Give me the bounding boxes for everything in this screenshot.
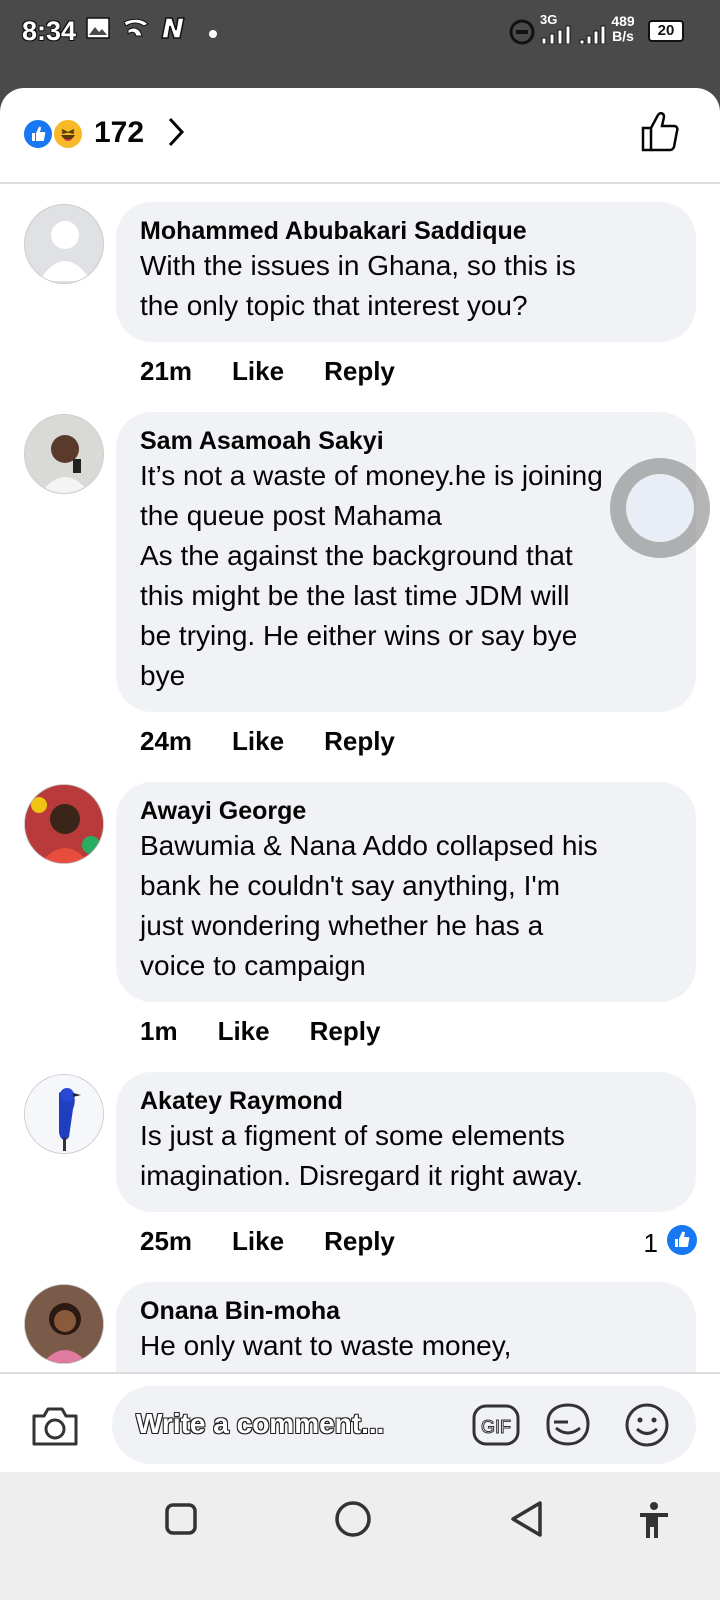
comment-placeholder: Write a comment... (136, 1408, 385, 1439)
comments-list: Mohammed Abubakari Saddique With the iss… (0, 186, 720, 1490)
camera-icon[interactable] (30, 1404, 80, 1453)
system-nav-bar (0, 1472, 720, 1600)
back-icon[interactable] (508, 1500, 544, 1543)
comment-time[interactable]: 1m (140, 1016, 178, 1047)
comment-author[interactable]: Awayi George (140, 796, 672, 826)
comment-text: Bawumia & Nana Addo collapsed his bank h… (140, 830, 598, 981)
sticker-icon[interactable] (544, 1402, 592, 1453)
reply-link[interactable]: Reply (324, 356, 395, 387)
recent-apps-icon[interactable] (164, 1502, 198, 1541)
status-bar: 8:34 3G 489 B/s 20 (0, 0, 720, 88)
like-reaction-icon (666, 1224, 698, 1263)
app-notification-icon (122, 16, 150, 45)
like-link[interactable]: Like (232, 356, 284, 387)
comments-sheet: 172 Mohammed Abubakari Saddique With the… (0, 88, 720, 1500)
like-reaction-icon (22, 118, 54, 150)
battery-indicator: 20 (648, 20, 684, 42)
comment-author[interactable]: Mohammed Abubakari Saddique (140, 216, 672, 246)
comment-composer: Write a comment... GIF (0, 1372, 720, 1472)
comment-text: Is just a figment of some elements imagi… (140, 1120, 584, 1191)
gif-label: GIF (481, 1417, 511, 1437)
comment-time[interactable]: 21m (140, 356, 192, 387)
accessibility-icon[interactable] (636, 1500, 672, 1545)
comment-reactions[interactable]: 1 (644, 1224, 698, 1263)
comment-actions: 24m Like Reply (140, 726, 435, 757)
comment-actions: 21m Like Reply (140, 356, 435, 387)
signal-icon-1 (540, 24, 576, 49)
signal-icon-2 (578, 24, 608, 49)
avatar[interactable] (24, 784, 104, 864)
reply-link[interactable]: Reply (324, 726, 395, 757)
emoji-icon[interactable] (624, 1402, 670, 1453)
comment-author[interactable]: Sam Asamoah Sakyi (140, 426, 672, 456)
reaction-count: 172 (94, 116, 145, 149)
comment-reaction-count: 1 (643, 1228, 658, 1258)
avatar[interactable] (24, 1074, 104, 1154)
like-link[interactable]: Like (232, 1226, 284, 1257)
dot-icon (208, 26, 218, 44)
comment-time[interactable]: 24m (140, 726, 192, 757)
avatar[interactable] (24, 204, 104, 284)
gif-icon[interactable]: GIF (472, 1404, 520, 1451)
like-link[interactable]: Like (218, 1016, 270, 1047)
comment-author[interactable]: Akatey Raymond (140, 1086, 672, 1116)
comment-bubble[interactable]: Awayi George Bawumia & Nana Addo collaps… (116, 782, 696, 1002)
comment-bubble[interactable]: Mohammed Abubakari Saddique With the iss… (116, 202, 696, 342)
haha-reaction-icon (52, 118, 84, 150)
dnd-icon (508, 18, 536, 51)
netflix-n-icon (158, 16, 190, 45)
data-speed: 489 B/s (608, 14, 638, 44)
data-speed-unit: B/s (612, 28, 634, 44)
home-icon[interactable] (334, 1500, 372, 1543)
like-link[interactable]: Like (232, 726, 284, 757)
comment-text: With the issues in Ghana, so this is the… (140, 250, 576, 321)
chevron-right-icon[interactable] (166, 116, 186, 153)
comment-input[interactable]: Write a comment... GIF (112, 1386, 696, 1464)
touch-indicator (610, 458, 710, 558)
avatar[interactable] (24, 414, 104, 494)
gallery-icon (86, 16, 110, 45)
comment-time[interactable]: 25m (140, 1226, 192, 1257)
comment-bubble[interactable]: Sam Asamoah Sakyi It’s not a waste of mo… (116, 412, 696, 712)
comment-author[interactable]: Onana Bin-moha (140, 1296, 672, 1326)
reactions-header[interactable]: 172 (0, 88, 720, 184)
reply-link[interactable]: Reply (324, 1226, 395, 1257)
comment-text: It’s not a waste of money.he is joining … (140, 460, 603, 691)
comment-actions: 1m Like Reply (140, 1016, 420, 1047)
comment-actions: 25m Like Reply (140, 1226, 435, 1257)
data-speed-value: 489 (611, 13, 635, 29)
like-button-icon[interactable] (640, 110, 680, 159)
comment-text: He only want to waste money, (140, 1330, 512, 1361)
status-time: 8:34 (22, 16, 77, 46)
comment-bubble[interactable]: Akatey Raymond Is just a figment of some… (116, 1072, 696, 1212)
avatar[interactable] (24, 1284, 104, 1364)
reply-link[interactable]: Reply (310, 1016, 381, 1047)
